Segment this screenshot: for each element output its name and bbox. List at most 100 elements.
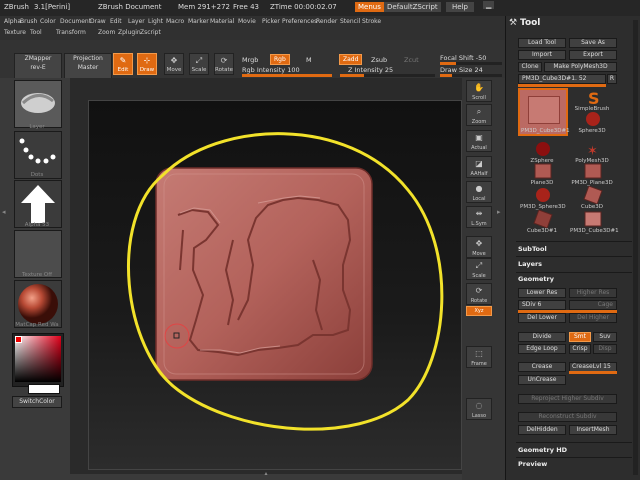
- menu-item-stencil[interactable]: Stencil: [340, 18, 360, 25]
- menu-item-draw[interactable]: Draw: [90, 18, 106, 25]
- clone-button[interactable]: Clone: [518, 62, 542, 72]
- menu-item-zplugin[interactable]: Zplugin: [118, 29, 141, 36]
- shelf-zoom-button[interactable]: ⌕ Zoom: [466, 104, 492, 126]
- zcut-toggle[interactable]: Zcut: [404, 56, 419, 64]
- zadd-toggle[interactable]: Zadd: [339, 54, 363, 65]
- reconstruct-subdiv-button[interactable]: Reconstruct Subdiv: [518, 412, 617, 422]
- rotate-button[interactable]: ⟳ Rotate: [214, 53, 234, 75]
- insert-mesh-button[interactable]: InsertMesh: [569, 425, 617, 435]
- shelf-frame-button[interactable]: ⬚ Frame: [466, 346, 492, 368]
- shelf-actual-button[interactable]: ▣ Actual: [466, 130, 492, 152]
- menu-item-picker[interactable]: Picker: [262, 18, 280, 25]
- load-tool-button[interactable]: Load Tool: [518, 38, 566, 48]
- sculpt-canvas[interactable]: [88, 100, 460, 468]
- menu-item-texture[interactable]: Texture: [4, 29, 26, 36]
- menu-item-material[interactable]: Material: [210, 18, 234, 25]
- shelf-lsym-button[interactable]: ⇹ L.Sym: [466, 206, 492, 228]
- shelf-scroll-button[interactable]: ✋ Scroll: [466, 80, 492, 102]
- mrgb-toggle[interactable]: Mrgb: [242, 56, 258, 64]
- shelf-rotate-button[interactable]: ⟳ Rotate: [466, 283, 492, 305]
- del-lower-button[interactable]: Del Lower: [518, 313, 566, 323]
- bottom-tray-arrow-icon[interactable]: ▴: [258, 470, 274, 477]
- del-higher-button[interactable]: Del Higher: [569, 313, 617, 323]
- menu-item-movie[interactable]: Movie: [238, 18, 256, 25]
- menu-item-marker[interactable]: Marker: [188, 18, 209, 25]
- main-color-swatch[interactable]: [15, 336, 22, 343]
- zscript-button[interactable]: DefaultZScript: [384, 2, 441, 12]
- help-button[interactable]: Help: [446, 2, 474, 12]
- layers-section[interactable]: Layers: [518, 260, 542, 268]
- scale-button[interactable]: ⤢ Scale: [189, 53, 209, 75]
- save-as-button[interactable]: Save As: [569, 38, 617, 48]
- alpha-thumbnail[interactable]: [14, 180, 62, 228]
- menu-item-document[interactable]: Document: [60, 18, 91, 25]
- switch-color-button[interactable]: SwitchColor: [12, 396, 62, 408]
- menu-item-macro[interactable]: Macro: [166, 18, 184, 25]
- geometry-section[interactable]: Geometry: [518, 275, 554, 283]
- focal-shift-slider[interactable]: [440, 62, 502, 65]
- uncrease-button[interactable]: UnCrease: [518, 375, 566, 385]
- crisp-toggle[interactable]: Crisp: [569, 344, 591, 354]
- shelf-aahalf-button[interactable]: ◪ AAHalf: [466, 156, 492, 178]
- projection-master-button[interactable]: Projection Master: [64, 53, 112, 79]
- cage-button[interactable]: Cage: [569, 300, 617, 310]
- subtool-section[interactable]: SubTool: [518, 245, 547, 253]
- menu-item-render[interactable]: Render: [316, 18, 337, 25]
- del-hidden-button[interactable]: DelHidden: [518, 425, 566, 435]
- texture-thumbnail[interactable]: [14, 230, 62, 278]
- menu-item-light[interactable]: Light: [148, 18, 163, 25]
- material-thumbnail[interactable]: [14, 280, 62, 328]
- sdiv-slider[interactable]: SDiv 6: [518, 300, 566, 310]
- menu-item-layer[interactable]: Layer: [128, 18, 145, 25]
- shelf-lasso-button[interactable]: ◌ Lasso: [466, 398, 492, 420]
- menu-item-brush[interactable]: Brush: [20, 18, 37, 25]
- menu-item-transform[interactable]: Transform: [56, 29, 86, 36]
- menu-item-zoom[interactable]: Zoom: [98, 29, 115, 36]
- rgb-toggle[interactable]: Rgb: [270, 54, 290, 65]
- z-intensity-slider[interactable]: [340, 74, 435, 77]
- edge-loop-button[interactable]: Edge Loop: [518, 344, 566, 354]
- smt-toggle[interactable]: Smt: [569, 332, 591, 342]
- preview-section[interactable]: Preview: [518, 460, 547, 468]
- edit-button[interactable]: ✎ Edit: [113, 53, 133, 75]
- tool-palette-scrollbar[interactable]: [633, 20, 638, 475]
- left-tray-arrow-icon[interactable]: ◂: [2, 208, 6, 216]
- right-tray-arrow-icon[interactable]: ▸: [497, 208, 501, 216]
- shelf-xyz-button[interactable]: Xyz: [466, 306, 492, 316]
- reproject-higher-subdiv-button[interactable]: Reproject Higher Subdiv: [518, 394, 617, 404]
- menu-item-zscript[interactable]: Zscript: [140, 29, 161, 36]
- menu-item-preferences[interactable]: Preferences: [282, 18, 317, 25]
- zmapper-button[interactable]: ZMapper rev-E: [14, 53, 62, 79]
- secondary-color-swatch[interactable]: [28, 384, 60, 394]
- make-polymesh-button[interactable]: Make PolyMesh3D: [544, 62, 617, 72]
- rgb-intensity-slider[interactable]: [242, 74, 332, 77]
- divide-button[interactable]: Divide: [518, 332, 566, 342]
- menu-item-tool[interactable]: Tool: [30, 29, 42, 36]
- tool-scroll-slider[interactable]: [518, 84, 606, 87]
- m-toggle[interactable]: M: [306, 56, 312, 64]
- draw-size-slider[interactable]: [440, 74, 502, 77]
- menus-button[interactable]: Menus: [355, 2, 384, 12]
- import-button[interactable]: Import: [518, 50, 566, 60]
- reset-tool-button[interactable]: R: [607, 74, 617, 84]
- geometry-hd-section[interactable]: Geometry HD: [518, 446, 567, 454]
- menu-item-color[interactable]: Color: [40, 18, 56, 25]
- lower-res-button[interactable]: Lower Res: [518, 288, 566, 298]
- zsub-toggle[interactable]: Zsub: [371, 56, 387, 64]
- shelf-scale-button[interactable]: ⤢ Scale: [466, 258, 492, 280]
- higher-res-button[interactable]: Higher Res: [569, 288, 617, 298]
- window-minimize-button[interactable]: ▁: [483, 1, 495, 9]
- move-button[interactable]: ✥ Move: [164, 53, 184, 75]
- export-button[interactable]: Export: [569, 50, 617, 60]
- crease-button[interactable]: Crease: [518, 362, 566, 372]
- shelf-local-button[interactable]: ● Local: [466, 181, 492, 203]
- draw-button[interactable]: ⊹ Draw: [137, 53, 157, 75]
- crease-level-track[interactable]: [569, 371, 617, 374]
- color-picker[interactable]: [12, 333, 64, 387]
- menu-item-alpha[interactable]: Alpha: [4, 18, 21, 25]
- brush-thumbnail[interactable]: [14, 80, 62, 128]
- suv-toggle[interactable]: Suv: [593, 332, 617, 342]
- menu-item-stroke[interactable]: Stroke: [362, 18, 381, 25]
- menu-item-edit[interactable]: Edit: [110, 18, 122, 25]
- shelf-move-button[interactable]: ✥ Move: [466, 236, 492, 258]
